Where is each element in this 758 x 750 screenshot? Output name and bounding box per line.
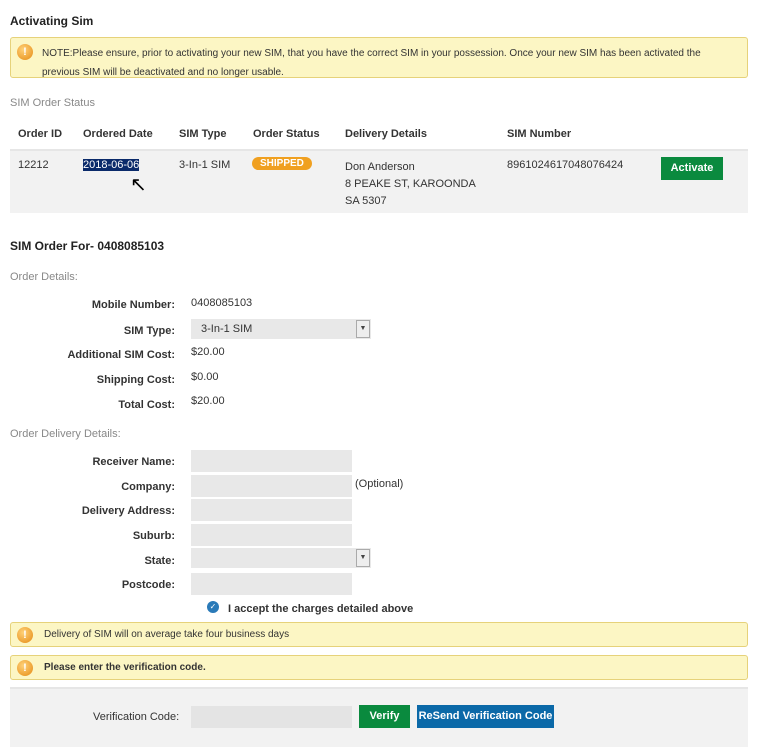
additional-cost-label: Additional SIM Cost: — [67, 349, 175, 361]
verification-note: ! Please enter the verification code. — [10, 655, 748, 680]
additional-cost: $20.00 — [191, 346, 225, 358]
delivery-note-text: Delivery of SIM will on average take fou… — [44, 629, 290, 640]
delivery-note: ! Delivery of SIM will on average take f… — [10, 622, 748, 647]
total-cost: $20.00 — [191, 395, 225, 407]
company-label: Company: — [121, 481, 175, 493]
order-id: 12212 — [18, 159, 49, 171]
receiver-name-input[interactable] — [191, 450, 352, 472]
status-badge: SHIPPED — [252, 157, 312, 170]
ordered-date[interactable]: 2018-06-06 — [83, 159, 140, 171]
page-title: Activating Sim — [10, 14, 94, 28]
verify-button[interactable]: Verify — [359, 705, 410, 728]
column-header: Ordered Date — [83, 128, 153, 140]
total-label: Total Cost: — [118, 399, 175, 411]
column-header: Delivery Details — [345, 128, 427, 140]
order-details-heading: Order Details: — [10, 271, 78, 283]
accept-checkbox[interactable]: ✓ — [207, 601, 219, 613]
suburb-label: Suburb: — [132, 530, 175, 542]
verification-code-input[interactable] — [191, 706, 352, 728]
sim-type-value: 3-In-1 SIM — [201, 323, 253, 335]
column-header: Order ID — [18, 128, 63, 140]
sim-type: 3-In-1 SIM — [179, 159, 231, 171]
activation-note: ! NOTE:Please ensure, prior to activatin… — [10, 37, 748, 78]
suburb-input[interactable] — [191, 524, 352, 546]
postcode-input[interactable] — [191, 573, 352, 595]
column-header: SIM Type — [179, 128, 227, 140]
sim-number: 8961024617048076424 — [507, 159, 624, 171]
sim-type-label: SIM Type: — [123, 325, 175, 337]
column-header: SIM Number — [507, 128, 572, 140]
shipping-cost: $0.00 — [191, 371, 219, 383]
delivery-heading: Order Delivery Details: — [10, 428, 121, 440]
mobile-label: Mobile Number: — [91, 299, 175, 311]
activate-button[interactable]: Activate — [661, 157, 723, 180]
warning-icon: ! — [17, 627, 33, 643]
address-label: Delivery Address: — [81, 505, 175, 517]
shipping-label: Shipping Cost: — [96, 374, 175, 386]
note-text: NOTE:Please ensure, prior to activating … — [42, 48, 701, 78]
postcode-label: Postcode: — [121, 579, 175, 591]
chevron-down-icon: ▼ — [356, 320, 370, 338]
table-row: 12212 2018-06-06 3-In-1 SIM SHIPPED Don … — [10, 149, 748, 213]
sim-type-select[interactable]: 3-In-1 SIM ▼ — [191, 319, 371, 339]
state-select[interactable]: ▼ — [191, 548, 371, 568]
accept-label: I accept the charges detailed above — [228, 603, 414, 615]
chevron-down-icon: ▼ — [356, 549, 370, 567]
company-input[interactable] — [191, 475, 352, 497]
cursor-icon: ↖ — [130, 174, 147, 196]
delivery-details: Don Anderson 8 PEAKE ST, KAROONDA SA 530… — [345, 159, 476, 210]
state-label: State: — [144, 555, 175, 567]
column-header: Order Status — [253, 128, 320, 140]
receiver-label: Receiver Name: — [92, 456, 175, 468]
verification-panel: Verification Code: Verify ReSend Verific… — [10, 687, 748, 747]
order-for-heading: SIM Order For- 0408085103 — [10, 239, 165, 253]
warning-icon: ! — [17, 44, 33, 60]
optional-hint: (Optional) — [355, 478, 404, 490]
delivery-street: 8 PEAKE ST, KAROONDA — [345, 178, 476, 190]
delivery-address-input[interactable] — [191, 499, 352, 521]
warning-icon: ! — [17, 660, 33, 676]
section-heading: SIM Order Status — [10, 97, 95, 109]
delivery-postcode: SA 5307 — [345, 195, 387, 207]
mobile-number: 0408085103 — [191, 297, 253, 309]
delivery-name: Don Anderson — [345, 161, 415, 173]
verification-label: Verification Code: — [93, 711, 180, 723]
verification-note-text: Please enter the verification code. — [44, 662, 206, 673]
resend-code-button[interactable]: ReSend Verification Code — [417, 705, 554, 728]
